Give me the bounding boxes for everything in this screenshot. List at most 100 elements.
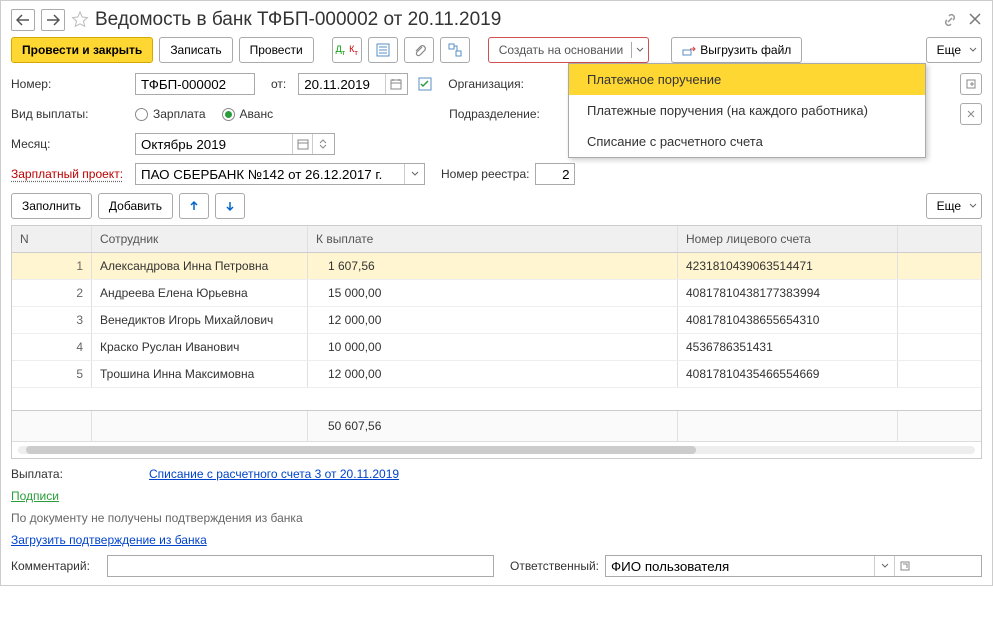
- menu-bank-withdrawal[interactable]: Списание с расчетного счета: [569, 126, 925, 157]
- col-emp-header[interactable]: Сотрудник: [92, 226, 308, 252]
- more-label: Еще: [937, 199, 961, 213]
- month-label: Месяц:: [11, 137, 129, 151]
- cell-emp: Трошина Инна Максимовна: [92, 361, 308, 387]
- cell-acc: 40817810435466554669: [678, 361, 898, 387]
- fill-button[interactable]: Заполнить: [11, 193, 92, 219]
- radio-unchecked-icon: [135, 108, 148, 121]
- cell-pay: 1 607,56: [308, 253, 678, 279]
- salary-radio[interactable]: Зарплата: [135, 107, 206, 121]
- cell-emp: Александрова Инна Петровна: [92, 253, 308, 279]
- noconf-text: По документу не получены подтверждения и…: [11, 511, 982, 525]
- add-button[interactable]: Добавить: [98, 193, 173, 219]
- create-based-menu: Платежное поручение Платежные поручения …: [568, 63, 926, 158]
- table-row[interactable]: 5Трошина Инна Максимовна12 000,004081781…: [12, 361, 981, 388]
- registry-label: Номер реестра:: [441, 167, 529, 181]
- move-up-button[interactable]: [179, 193, 209, 219]
- save-button[interactable]: Записать: [159, 37, 232, 63]
- cell-pay: 12 000,00: [308, 361, 678, 387]
- comment-input[interactable]: [107, 555, 494, 577]
- number-label: Номер:: [11, 77, 129, 91]
- registry-input[interactable]: [535, 163, 575, 185]
- create-based-button[interactable]: Создать на основании: [488, 37, 650, 63]
- menu-payment-order[interactable]: Платежное поручение: [569, 64, 925, 95]
- col-acc-header[interactable]: Номер лицевого счета: [678, 226, 898, 252]
- number-input[interactable]: [135, 73, 255, 95]
- signatures-link[interactable]: Подписи: [11, 489, 59, 503]
- horizontal-scrollbar[interactable]: [12, 441, 981, 458]
- paytype-label: Вид выплаты:: [11, 107, 129, 121]
- nav-forward-button[interactable]: [41, 9, 65, 31]
- caret-down-icon[interactable]: [874, 556, 894, 576]
- employee-table: N Сотрудник К выплате Номер лицевого сче…: [11, 225, 982, 459]
- month-input[interactable]: [136, 134, 292, 154]
- calendar-icon[interactable]: [385, 74, 405, 94]
- cell-pay: 10 000,00: [308, 334, 678, 360]
- advance-radio[interactable]: Аванс: [222, 107, 274, 121]
- cell-n: 5: [12, 361, 92, 387]
- responsible-input[interactable]: [606, 556, 874, 576]
- salary-radio-label: Зарплата: [153, 107, 206, 121]
- project-label: Зарплатный проект:: [11, 167, 129, 181]
- advance-radio-label: Аванс: [240, 107, 274, 121]
- load-confirmation-link[interactable]: Загрузить подтверждение из банка: [11, 533, 207, 547]
- menu-payment-orders-each[interactable]: Платежные поручения (на каждого работник…: [569, 95, 925, 126]
- table-row[interactable]: 1Александрова Инна Петровна1 607,5642318…: [12, 253, 981, 280]
- table-row[interactable]: 3Венедиктов Игорь Михайлович12 000,00408…: [12, 307, 981, 334]
- more-button[interactable]: Еще: [926, 37, 982, 63]
- table-row[interactable]: 2Андреева Елена Юрьевна15 000,0040817810…: [12, 280, 981, 307]
- nav-back-button[interactable]: [11, 9, 35, 31]
- date-label: от:: [271, 77, 286, 91]
- caret-down-icon: [965, 203, 977, 209]
- close-icon[interactable]: [968, 12, 982, 28]
- upload-label: Выгрузить файл: [700, 43, 791, 57]
- cell-pay: 15 000,00: [308, 280, 678, 306]
- cell-pay: 12 000,00: [308, 307, 678, 333]
- payment-label: Выплата:: [11, 467, 129, 481]
- project-input[interactable]: [136, 164, 404, 184]
- date-input[interactable]: [299, 74, 385, 94]
- col-n-header[interactable]: N: [12, 226, 92, 252]
- payment-link[interactable]: Списание с расчетного счета 3 от 20.11.2…: [149, 467, 399, 481]
- cell-n: 1: [12, 253, 92, 279]
- process-icon[interactable]: [418, 77, 432, 91]
- complete-close-button[interactable]: Провести и закрыть: [11, 37, 153, 63]
- responsible-label: Ответственный:: [510, 559, 599, 573]
- cell-acc: 40817810438655654310: [678, 307, 898, 333]
- table-row[interactable]: 4Краско Руслан Иванович10 000,0045367863…: [12, 334, 981, 361]
- more-label: Еще: [937, 43, 961, 57]
- radio-checked-icon: [222, 108, 235, 121]
- caret-down-icon[interactable]: [404, 164, 424, 184]
- cell-emp: Венедиктов Игорь Михайлович: [92, 307, 308, 333]
- cell-acc: 4536786351431: [678, 334, 898, 360]
- move-down-button[interactable]: [215, 193, 245, 219]
- structure-icon-button[interactable]: [440, 37, 470, 63]
- dt-kt-button[interactable]: ДтКт: [332, 37, 362, 63]
- spinner-icon[interactable]: [312, 134, 332, 154]
- caret-down-icon: [631, 42, 644, 58]
- attach-icon-button[interactable]: [404, 37, 434, 63]
- dept-label: Подразделение:: [449, 107, 540, 121]
- upload-file-button[interactable]: Выгрузить файл: [671, 37, 802, 63]
- open-ref-icon[interactable]: [894, 556, 914, 576]
- create-based-label: Создать на основании: [499, 43, 624, 57]
- cell-n: 2: [12, 280, 92, 306]
- post-button[interactable]: Провести: [239, 37, 314, 63]
- table-more-button[interactable]: Еще: [926, 193, 982, 219]
- org-label: Организация:: [448, 77, 524, 91]
- link-icon[interactable]: [942, 12, 958, 28]
- cell-acc: 4231810439063514471: [678, 253, 898, 279]
- comment-label: Комментарий:: [11, 559, 101, 573]
- list-icon-button[interactable]: [368, 37, 398, 63]
- clear-ref-button[interactable]: [960, 103, 982, 125]
- open-ref-button[interactable]: [960, 73, 982, 95]
- cell-emp: Краско Руслан Иванович: [92, 334, 308, 360]
- col-pay-header[interactable]: К выплате: [308, 226, 678, 252]
- favorite-star-icon[interactable]: [71, 11, 89, 29]
- caret-down-icon: [965, 47, 977, 53]
- calendar-icon[interactable]: [292, 134, 312, 154]
- total-cell: 50 607,56: [308, 411, 678, 441]
- cell-n: 3: [12, 307, 92, 333]
- window-title: Ведомость в банк ТФБП-000002 от 20.11.20…: [95, 9, 936, 31]
- cell-emp: Андреева Елена Юрьевна: [92, 280, 308, 306]
- cell-acc: 4081781043817738З994: [678, 280, 898, 306]
